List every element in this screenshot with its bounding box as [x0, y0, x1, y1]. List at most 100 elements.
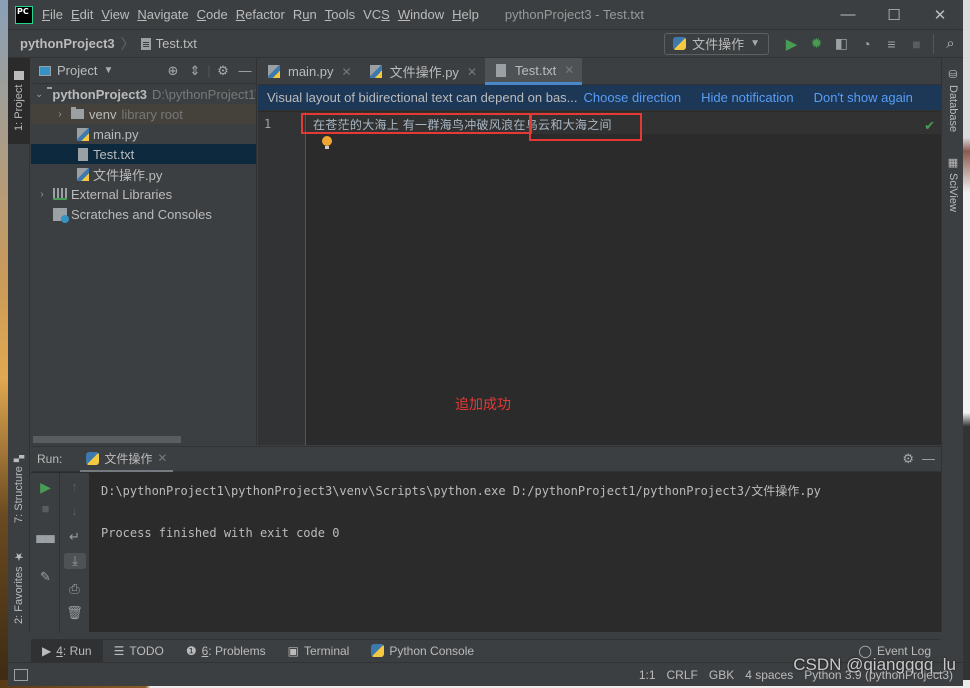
chevron-down-icon: ▼ — [750, 38, 760, 49]
dont-show-again-link[interactable]: Don't show again — [814, 90, 913, 105]
tool-button-problems[interactable]: ❶ 6: Problems — [175, 640, 277, 662]
indent-settings[interactable]: 4 spaces — [745, 668, 793, 682]
down-arrow-icon[interactable]: ↓ — [60, 503, 89, 518]
menu-code[interactable]: Code — [197, 7, 235, 22]
run-configuration-select[interactable]: 文件操作 ▼ — [664, 32, 769, 55]
text-file-icon — [140, 37, 151, 50]
project-view-select[interactable]: Project — [57, 63, 97, 78]
tool-button-terminal[interactable]: ▣ Terminal — [277, 640, 361, 662]
profile-icon[interactable]: ◔ — [854, 31, 879, 57]
menu-tools[interactable]: Tools — [325, 7, 362, 22]
layout-icon[interactable]: ▀▀ — [31, 535, 60, 550]
tab-main-py[interactable]: main.py ✕ — [258, 58, 360, 85]
chevron-down-icon[interactable]: ⌄ — [35, 89, 43, 100]
project-view-icon — [39, 65, 51, 76]
hide-notification-link[interactable]: Hide notification — [701, 90, 794, 105]
menu-view[interactable]: View — [101, 7, 136, 22]
tree-item-scratches[interactable]: Scratches and Consoles — [31, 204, 256, 224]
menu-help[interactable]: Help — [452, 7, 486, 22]
tool-button-todo[interactable]: ☰ TODO — [103, 640, 175, 662]
window-title: pythonProject3 - Test.txt — [504, 7, 645, 22]
close-icon[interactable]: ✕ — [342, 65, 352, 79]
choose-direction-link[interactable]: Choose direction — [584, 90, 682, 105]
navigation-bar: pythonProject3 〉 Test.txt 文件操作 ▼ ▶ ✹ ◧ ◔… — [8, 30, 963, 58]
tool-tab-database[interactable]: ⛁ Database — [942, 64, 964, 140]
print-icon[interactable]: ⎙ — [60, 581, 89, 597]
run-icon[interactable]: ▶ — [779, 31, 804, 57]
tool-tab-structure[interactable]: 7: Structure ▚ — [8, 448, 30, 530]
tree-item-venv[interactable]: › venv library root — [31, 104, 256, 124]
search-icon[interactable]: ⌕ — [938, 31, 963, 57]
gear-icon[interactable]: ⚙ — [902, 451, 914, 467]
chevron-down-icon[interactable]: ▼ — [103, 65, 113, 76]
menu-window[interactable]: Window — [398, 7, 451, 22]
tree-item-project-root[interactable]: ⌄ pythonProject3 D:\pythonProject1\pytho… — [31, 84, 256, 104]
tab-test-txt[interactable]: Test.txt ✕ — [485, 58, 583, 85]
toolbar-separator — [933, 33, 934, 54]
soft-wrap-icon[interactable]: ↵ — [60, 529, 89, 545]
stop-icon[interactable]: ■ — [904, 31, 929, 57]
close-icon[interactable]: ✕ — [467, 65, 477, 79]
up-arrow-icon[interactable]: ↑ — [60, 479, 89, 494]
run-toolbar-primary: ▶ ■ ▀▀ ✎ — [31, 473, 60, 633]
close-icon[interactable]: ✕ — [157, 451, 167, 465]
file-encoding[interactable]: GBK — [709, 668, 734, 682]
menu-run[interactable]: Run — [293, 7, 324, 22]
tree-item-test-txt[interactable]: Test.txt — [31, 144, 256, 164]
chevron-right-icon[interactable]: › — [35, 189, 49, 200]
menu-edit[interactable]: Edit — [71, 7, 100, 22]
tool-button-run[interactable]: ▶ 4: Run — [31, 639, 103, 662]
trash-icon[interactable]: 🗑 — [60, 605, 89, 621]
gear-icon[interactable]: ⚙ — [212, 63, 234, 79]
scroll-to-end-icon[interactable]: ⤓ — [64, 553, 86, 569]
menu-refactor[interactable]: Refactor — [236, 7, 292, 22]
line-separator[interactable]: CRLF — [667, 668, 698, 682]
tree-item-label: 文件操作.py — [93, 167, 163, 183]
tree-item-file-ops-py[interactable]: 文件操作.py — [31, 164, 256, 184]
run-concurrent-icon[interactable]: ≡ — [879, 31, 904, 57]
main-area: 1: Project 7: Structure ▚ 2: Favorites ★… — [8, 58, 963, 686]
python-icon — [86, 451, 100, 465]
maximize-button[interactable]: ☐ — [871, 0, 917, 30]
lightbulb-icon[interactable] — [322, 136, 332, 149]
caret-position[interactable]: 1:1 — [639, 668, 656, 682]
locate-icon[interactable]: ⊕ — [162, 63, 184, 79]
tool-tab-favorites[interactable]: 2: Favorites ★ — [8, 544, 30, 630]
tree-item-external-libraries[interactable]: › External Libraries — [31, 184, 256, 204]
debug-icon[interactable]: ✹ — [804, 31, 829, 57]
rerun-icon[interactable]: ▶ — [31, 479, 60, 496]
python-file-icon — [77, 127, 89, 141]
console-output[interactable]: D:\pythonProject1\pythonProject3\venv\Sc… — [101, 481, 821, 544]
tab-file-ops-py[interactable]: 文件操作.py ✕ — [360, 58, 485, 85]
problems-icon: ❶ — [185, 643, 197, 658]
breadcrumb-file[interactable]: Test.txt — [140, 36, 197, 51]
menu-navigate[interactable]: Navigate — [137, 7, 195, 22]
hide-panel-icon[interactable]: — — [922, 451, 935, 467]
run-panel-header: Run: 文件操作 ✕ ⚙ — — [31, 447, 941, 472]
horizontal-scrollbar[interactable] — [33, 436, 181, 443]
menu-file[interactable]: File — [42, 7, 70, 22]
close-button[interactable]: ✕ — [917, 0, 963, 30]
coverage-icon[interactable]: ◧ — [829, 31, 854, 57]
minimize-button[interactable]: — — [825, 0, 871, 30]
chevron-right-icon[interactable]: › — [53, 109, 67, 120]
run-tab-file-ops[interactable]: 文件操作 ✕ — [80, 447, 174, 472]
close-icon[interactable]: ✕ — [564, 63, 574, 77]
python-file-icon — [77, 167, 89, 181]
toggle-tool-windows-icon[interactable] — [14, 668, 28, 681]
favorites-tab-label: 2: Favorites — [13, 566, 25, 625]
pycharm-logo-icon: PC — [15, 5, 33, 24]
tool-tab-sciview[interactable]: ▦ SciView — [942, 152, 964, 216]
tool-button-python-console[interactable]: Python Console — [360, 640, 485, 662]
pin-icon[interactable]: ✎ — [31, 569, 60, 585]
right-tool-stripe: ⛁ Database ▦ SciView — [941, 58, 963, 632]
menu-vcs[interactable]: VCS — [363, 7, 397, 22]
breadcrumb-file-label: Test.txt — [155, 36, 197, 51]
breadcrumb-project[interactable]: pythonProject3 — [20, 36, 115, 51]
hide-panel-icon[interactable]: — — [234, 63, 256, 78]
breadcrumb-separator: 〉 — [120, 35, 135, 52]
tool-tab-project[interactable]: 1: Project — [8, 58, 30, 144]
collapse-all-icon[interactable]: ⇕ — [184, 63, 206, 79]
stop-icon[interactable]: ■ — [31, 501, 60, 516]
tree-item-main-py[interactable]: main.py — [31, 124, 256, 144]
